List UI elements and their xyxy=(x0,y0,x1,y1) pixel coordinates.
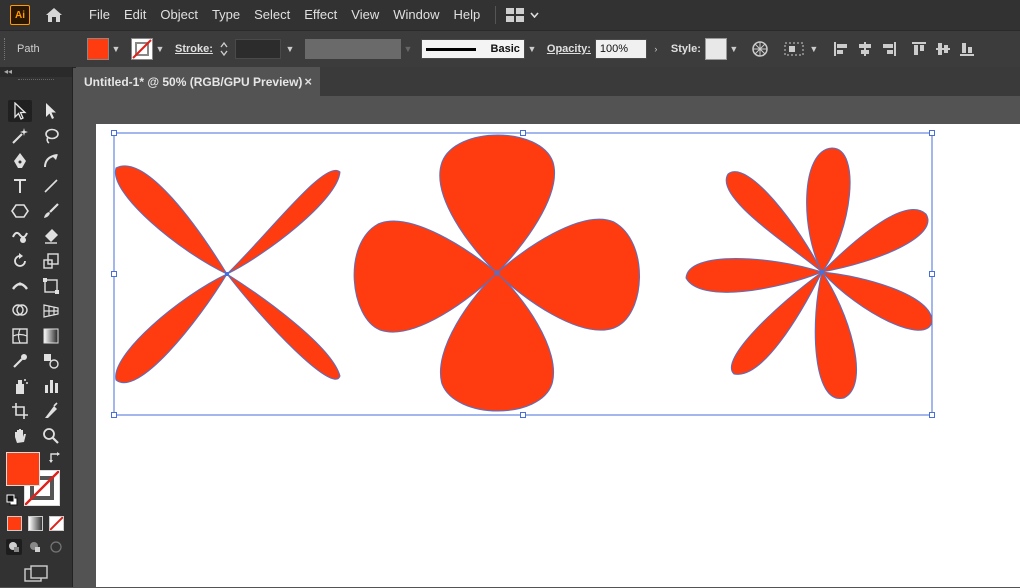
bounding-box-handle[interactable] xyxy=(111,271,117,277)
seven-petal-center-point xyxy=(820,270,824,274)
bounding-box-handle[interactable] xyxy=(929,271,935,277)
seven-petal-flower-shape[interactable] xyxy=(685,147,933,399)
x-flower-petal xyxy=(226,169,341,275)
artwork-layer xyxy=(111,130,935,418)
x-flower-petal xyxy=(115,272,229,383)
bounding-box-handle[interactable] xyxy=(929,130,935,136)
x-flower-petal xyxy=(114,165,229,276)
bounding-box-handle[interactable] xyxy=(111,412,117,418)
x-flower-center-point xyxy=(225,272,229,276)
clover-flower-center-point xyxy=(494,270,500,276)
fill-color-box[interactable] xyxy=(6,452,40,486)
bounding-box-handle[interactable] xyxy=(111,130,117,136)
clover-flower-shape[interactable] xyxy=(353,134,640,412)
x-flower-petal xyxy=(226,273,341,380)
bounding-box-handle[interactable] xyxy=(520,412,526,418)
bounding-box-handle[interactable] xyxy=(520,130,526,136)
bounding-box-handle[interactable] xyxy=(929,412,935,418)
